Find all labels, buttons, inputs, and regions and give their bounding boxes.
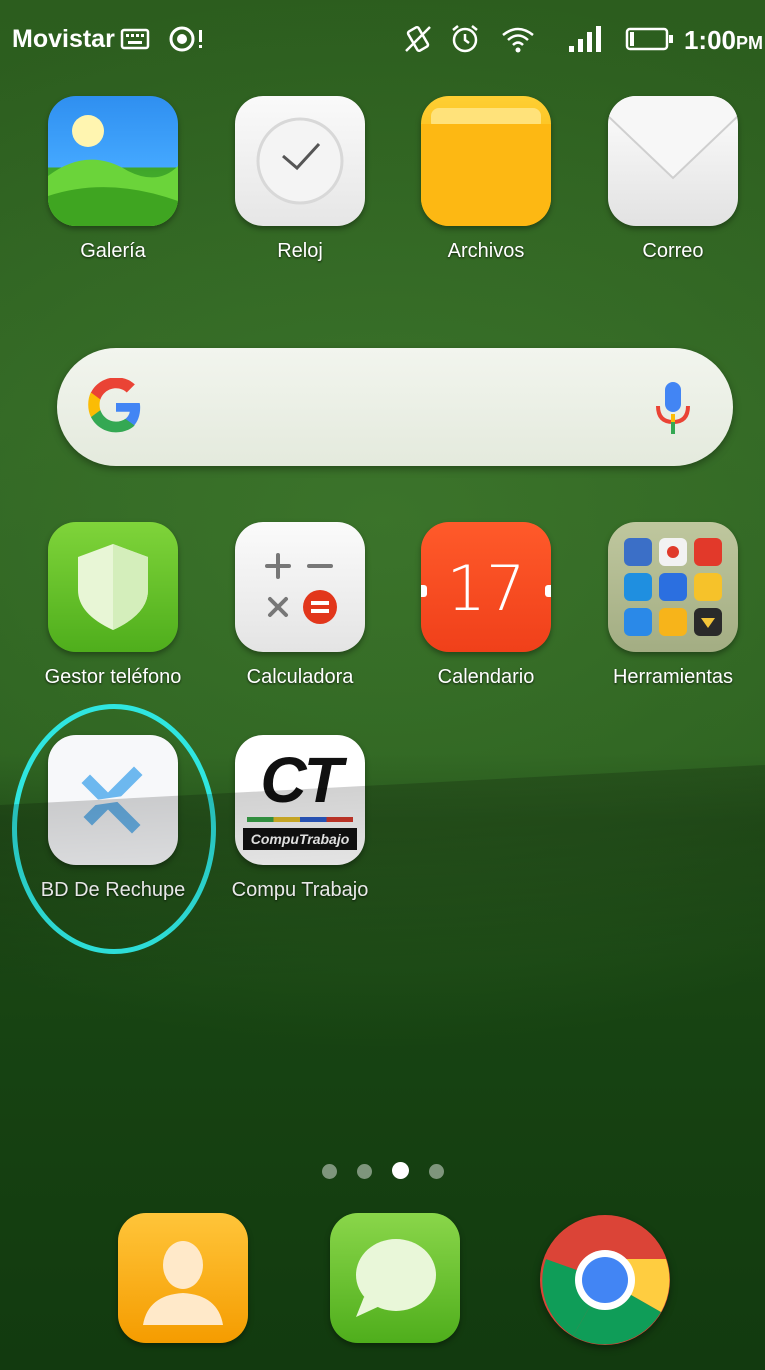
time-value: 1:00 — [683, 25, 736, 55]
app-compu-trabajo[interactable]: CT CompuTrabajo Compu Trabajo — [210, 735, 390, 902]
app-label: Gestor teléfono — [44, 666, 182, 688]
messages-icon — [330, 1213, 460, 1343]
app-herramientas[interactable]: Herramientas — [583, 522, 763, 689]
folder-icon — [421, 96, 551, 226]
battery-icon — [625, 27, 673, 51]
gallery-icon — [48, 96, 178, 226]
page-indicator — [0, 1162, 765, 1184]
app-label: Herramientas — [612, 666, 734, 688]
vibrate-icon — [405, 25, 431, 53]
tools-folder-icon — [608, 522, 738, 652]
mic-icon[interactable] — [653, 380, 693, 438]
page-dot[interactable] — [321, 1164, 337, 1179]
wifi-icon — [502, 27, 534, 53]
app-calendario[interactable]: 17 Calendario — [396, 522, 576, 689]
app-gestor-telefono[interactable]: Gestor teléfono — [23, 522, 203, 689]
calendar-day: 17 — [446, 552, 526, 625]
clock-time: 1:00PM — [684, 25, 763, 56]
highlight-circle — [12, 704, 216, 954]
google-search-bar[interactable] — [57, 348, 733, 466]
sync-alert-icon — [169, 26, 202, 52]
signal-icon — [569, 26, 601, 52]
shield-icon — [48, 522, 178, 652]
alarm-icon — [452, 25, 478, 53]
ct-logo-text: CT — [260, 744, 342, 816]
dock-contacts[interactable] — [118, 1213, 248, 1343]
app-archivos[interactable]: Archivos — [396, 96, 576, 263]
app-label: Galería — [80, 240, 146, 262]
app-label: Calculadora — [246, 666, 354, 688]
chrome-icon — [540, 1215, 670, 1345]
app-correo[interactable]: Correo — [583, 96, 763, 263]
app-reloj[interactable]: Reloj — [210, 96, 390, 263]
app-calculadora[interactable]: Calculadora — [210, 522, 390, 689]
status-bar: Movistar 1:00PM — [0, 0, 765, 80]
dock-messages[interactable] — [330, 1213, 460, 1343]
app-label: Calendario — [437, 666, 535, 688]
calculator-icon — [235, 522, 365, 652]
app-label: Correo — [642, 240, 704, 262]
app-galeria[interactable]: Galería — [23, 96, 203, 263]
keyboard-icon — [120, 28, 150, 50]
clock-icon — [235, 96, 365, 226]
google-g-icon — [88, 378, 141, 433]
computrabajo-icon: CT CompuTrabajo — [235, 735, 365, 865]
app-label: Archivos — [447, 240, 525, 262]
app-label: Compu Trabajo — [231, 879, 369, 901]
time-ampm: PM — [736, 33, 763, 53]
carrier-name: Movistar — [12, 25, 115, 53]
dock-chrome[interactable] — [538, 1213, 672, 1352]
page-dot-active[interactable] — [391, 1162, 409, 1179]
contacts-icon — [118, 1213, 248, 1343]
home-screen: Movistar 1:00PM Galería Reloj Archivos C… — [0, 0, 765, 1370]
page-dot[interactable] — [356, 1164, 372, 1179]
ct-logo-subtext: CompuTrabajo — [250, 831, 350, 847]
ct-color-bar — [247, 817, 353, 822]
app-label: Reloj — [277, 240, 323, 262]
calendar-icon: 17 — [421, 522, 551, 652]
mail-icon — [608, 96, 738, 226]
page-dot[interactable] — [428, 1164, 444, 1179]
